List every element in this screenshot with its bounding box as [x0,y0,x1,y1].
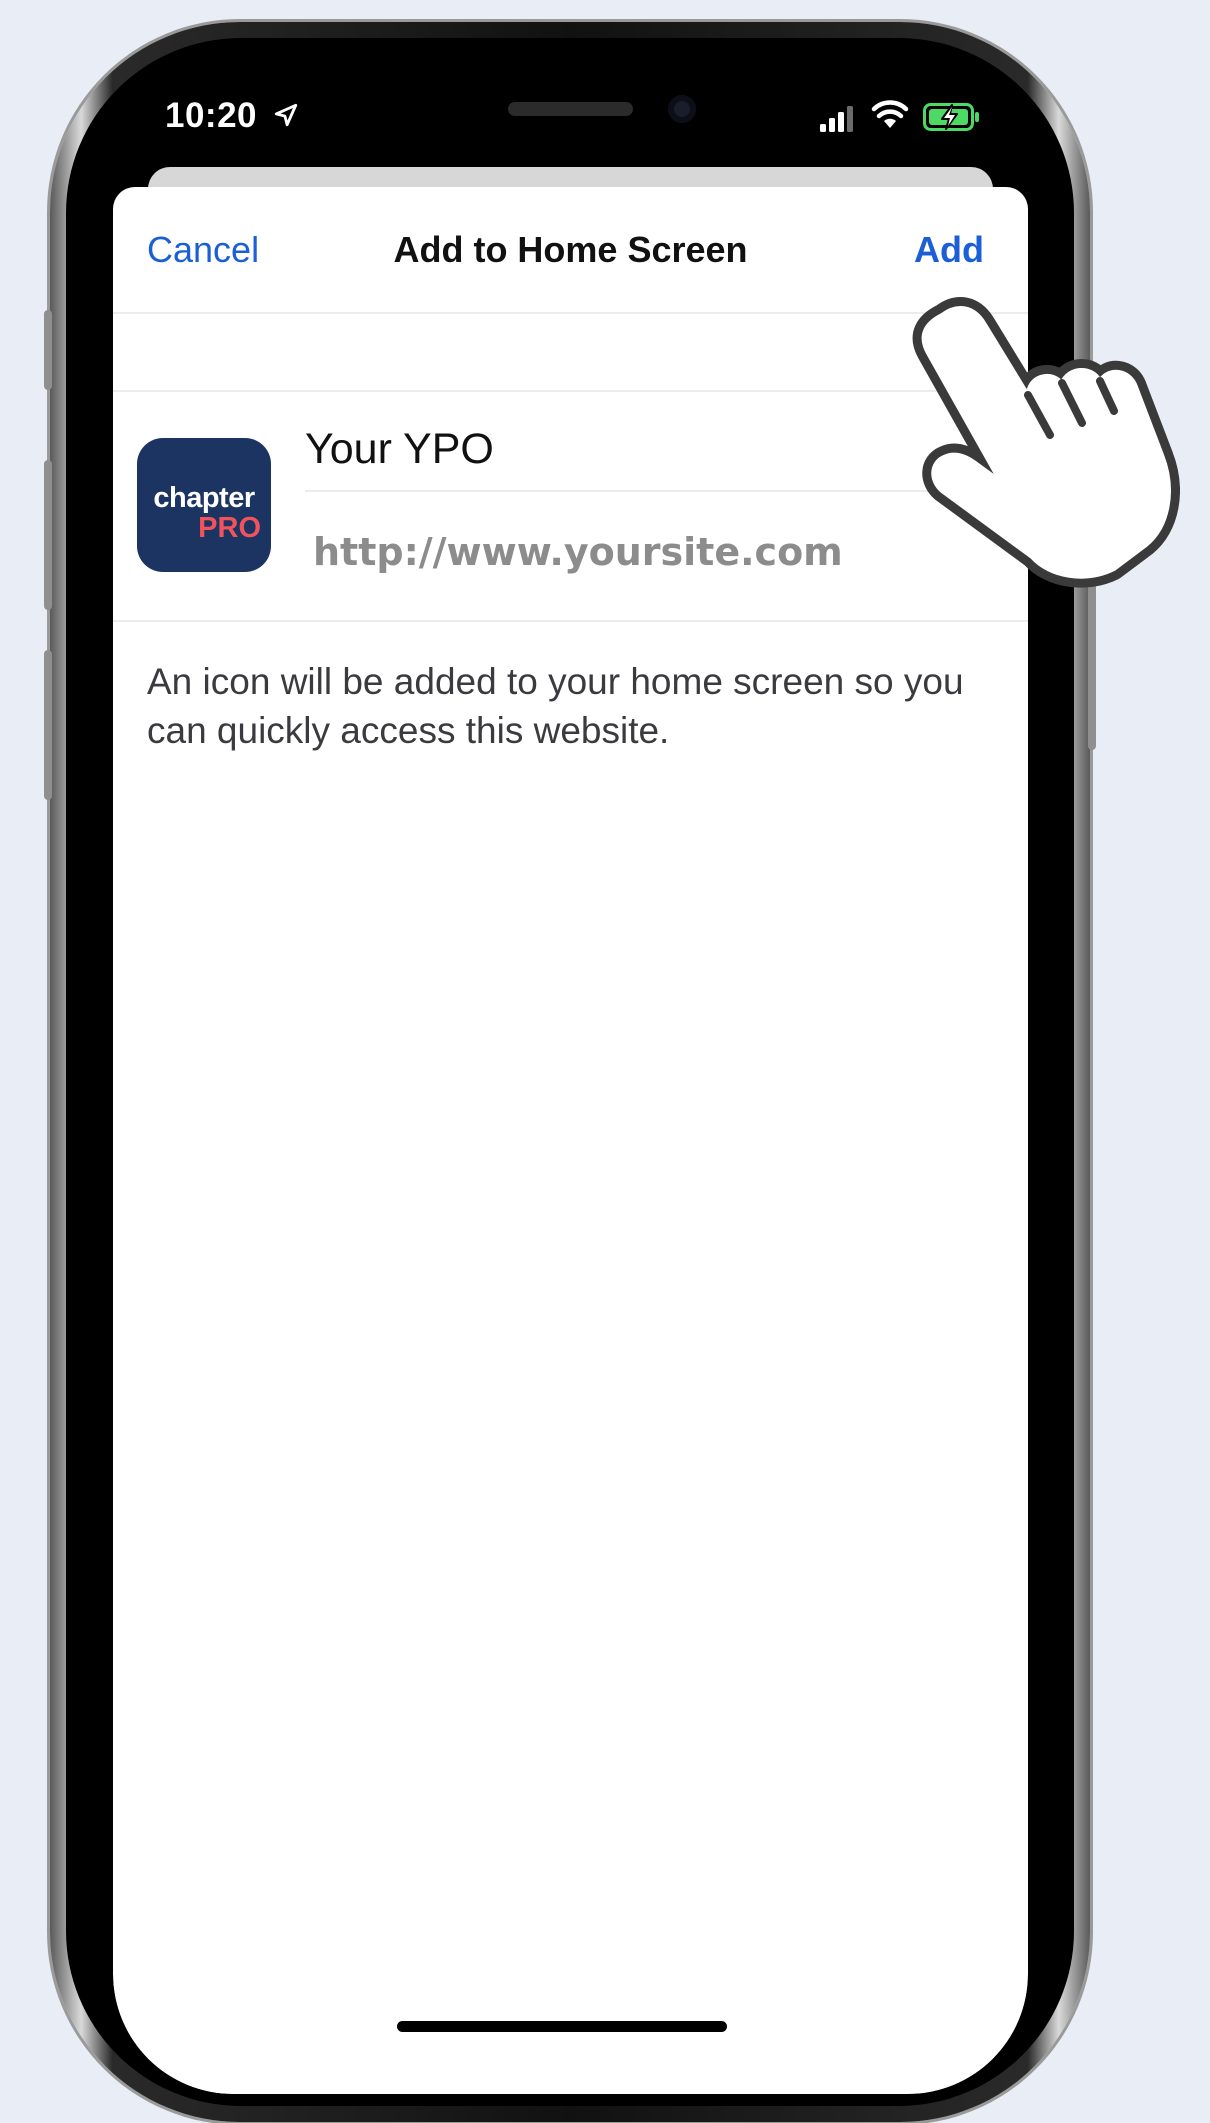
app-icon-text-top: chapter [153,482,255,514]
sheet-title: Add to Home Screen [393,229,748,270]
phone-screen: 10:20 Cancel Add to Home Screen Add chap… [113,62,1028,2094]
volume-down-button [44,650,52,800]
status-bar: 10:20 [113,62,1028,172]
website-url: http://www.yoursite.com [313,530,843,574]
silent-switch [44,310,52,390]
front-camera [668,95,696,123]
location-arrow-icon [274,103,298,127]
description-text: An icon will be added to your home scree… [147,661,964,751]
bookmark-card: chapter PRO http://www.yoursite.com [113,390,1028,622]
speaker-grille [508,102,633,116]
home-indicator[interactable] [397,2021,727,2032]
app-icon-text-bottom: PRO [198,512,261,544]
battery-charging-icon [923,103,979,131]
wifi-icon [871,100,909,128]
nav-bar: Cancel Add to Home Screen Add [113,187,1028,314]
add-to-home-sheet: Cancel Add to Home Screen Add chapter PR… [113,187,1028,2094]
app-icon: chapter PRO [137,438,271,572]
signal-icon [820,106,853,132]
volume-up-button [44,460,52,610]
add-button[interactable]: Add [914,229,984,271]
section-spacer [113,314,1028,390]
hand-pointer-icon [912,297,1180,588]
status-time: 10:20 [165,96,258,135]
